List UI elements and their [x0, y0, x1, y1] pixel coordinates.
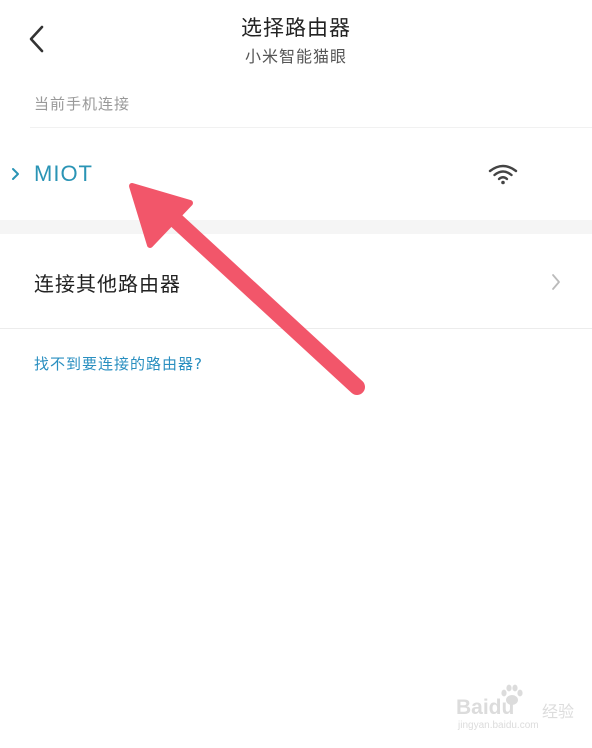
chevron-right-icon [552, 274, 560, 290]
header: 选择路由器 小米智能猫眼 [0, 0, 592, 80]
watermark-suffix: 经验 [542, 702, 575, 721]
router-not-found-link[interactable]: 找不到要连接的路由器? [34, 353, 203, 374]
page-title: 选择路由器 [241, 16, 351, 40]
watermark-url: jingyan.baidu.com [458, 720, 539, 731]
section-gap [0, 220, 592, 234]
wifi-icon [488, 164, 518, 185]
connect-other-router-row[interactable]: 连接其他路由器 [0, 234, 592, 328]
paw-logo-icon [501, 684, 523, 705]
connect-other-router-label: 连接其他路由器 [34, 272, 181, 296]
network-name: MIOT [34, 161, 93, 186]
divider [0, 328, 592, 329]
baidu-jingyan-watermark: Baidu 经验 jingyan.baidu.com [456, 684, 582, 734]
current-connection-label: 当前手机连接 [34, 95, 131, 113]
current-network-row[interactable]: MIOT [0, 128, 592, 220]
page-subtitle: 小米智能猫眼 [244, 47, 347, 66]
chevron-right-icon [12, 168, 19, 180]
